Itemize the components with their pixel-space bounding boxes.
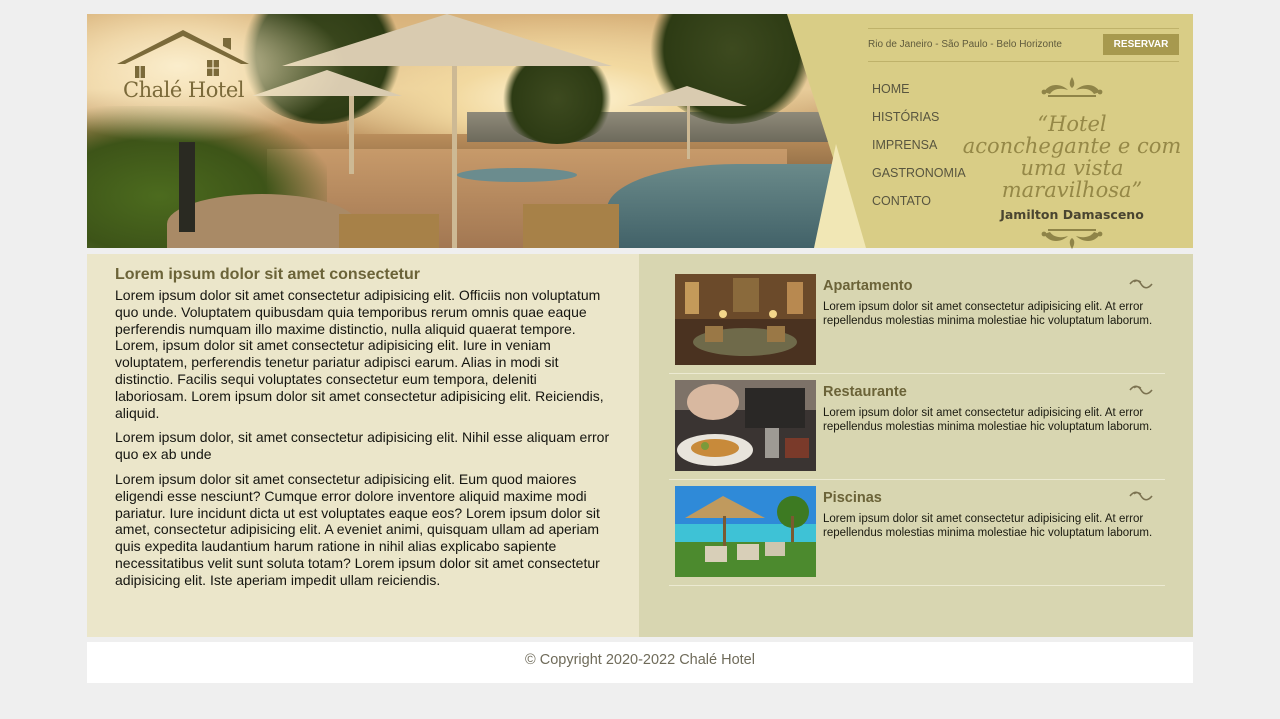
nav-imprensa[interactable]: IMPRENSA bbox=[872, 138, 966, 166]
nav-home[interactable]: HOME bbox=[872, 82, 966, 110]
feature-card-restaurante[interactable]: Restaurante Lorem ipsum dolor sit amet c… bbox=[669, 374, 1165, 480]
article-paragraph: Lorem ipsum dolor sit amet consectetur a… bbox=[115, 287, 604, 421]
article-paragraph: Lorem ipsum dolor sit amet consectetur a… bbox=[115, 470, 600, 588]
feature-description: Lorem ipsum dolor sit amet consectetur a… bbox=[823, 407, 1153, 434]
nav-historias[interactable]: HISTÓRIAS bbox=[872, 110, 966, 138]
house-roof-logo-icon bbox=[117, 30, 249, 78]
content: Lorem ipsum dolor sit amet consectetur L… bbox=[87, 254, 1193, 637]
feature-description: Lorem ipsum dolor sit amet consectetur a… bbox=[823, 513, 1153, 540]
ornament-flourish-icon bbox=[1041, 229, 1103, 249]
header: Chalé Hotel Rio de Janeiro - São Paulo -… bbox=[87, 14, 1193, 249]
feature-card-apartamento[interactable]: Apartamento Lorem ipsum dolor sit amet c… bbox=[669, 268, 1165, 374]
pool-photo[interactable] bbox=[675, 486, 816, 577]
feature-title: Restaurante bbox=[823, 384, 907, 400]
squiggle-icon[interactable] bbox=[1129, 490, 1153, 502]
main-nav: HOME HISTÓRIAS IMPRENSA GASTRONOMIA CONT… bbox=[872, 82, 966, 222]
testimonial: “Hotel aconchegante e com uma vista mara… bbox=[962, 74, 1182, 257]
nav-gastronomia[interactable]: GASTRONOMIA bbox=[872, 166, 966, 194]
logo-text: Chalé Hotel bbox=[123, 78, 244, 102]
quote-text: “Hotel aconchegante e com uma vista mara… bbox=[962, 112, 1182, 202]
feature-list: Apartamento Lorem ipsum dolor sit amet c… bbox=[669, 268, 1165, 586]
ornament-flourish-icon bbox=[1041, 77, 1103, 97]
article-paragraph: Lorem ipsum dolor, sit amet consectetur … bbox=[115, 429, 610, 463]
restaurant-photo[interactable] bbox=[675, 380, 816, 471]
squiggle-icon[interactable] bbox=[1129, 278, 1153, 290]
reserve-button[interactable]: RESERVAR bbox=[1103, 34, 1179, 55]
feature-description: Lorem ipsum dolor sit amet consectetur a… bbox=[823, 301, 1153, 328]
nav-contato[interactable]: CONTATO bbox=[872, 194, 966, 222]
feature-title: Apartamento bbox=[823, 278, 913, 294]
footer: © Copyright 2020-2022 Chalé Hotel bbox=[87, 642, 1193, 683]
hotel-logo[interactable]: Chalé Hotel bbox=[111, 26, 256, 106]
apartment-photo[interactable] bbox=[675, 274, 816, 365]
squiggle-icon[interactable] bbox=[1129, 384, 1153, 396]
page: Chalé Hotel Rio de Janeiro - São Paulo -… bbox=[87, 14, 1193, 683]
copyright-text: © Copyright 2020-2022 Chalé Hotel bbox=[525, 652, 755, 668]
feature-title: Piscinas bbox=[823, 490, 882, 506]
cities-text: Rio de Janeiro - São Paulo - Belo Horizo… bbox=[868, 39, 1062, 50]
article: Lorem ipsum dolor sit amet consectetur L… bbox=[87, 254, 639, 637]
hero-image: Chalé Hotel bbox=[87, 14, 835, 248]
top-bar: Rio de Janeiro - São Paulo - Belo Horizo… bbox=[868, 28, 1179, 62]
article-title: Lorem ipsum dolor sit amet consectetur bbox=[115, 266, 420, 283]
quote-author: Jamilton Damasceno bbox=[1000, 207, 1144, 222]
feature-card-piscinas[interactable]: Piscinas Lorem ipsum dolor sit amet cons… bbox=[669, 480, 1165, 586]
